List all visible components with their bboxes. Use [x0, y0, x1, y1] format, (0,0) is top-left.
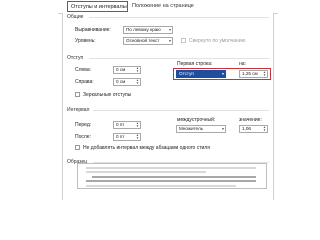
spacing-before-value: 0 пт: [116, 122, 125, 127]
spacing-after-label: После:: [75, 134, 91, 140]
first-line-select[interactable]: Отступ ▾: [176, 70, 226, 78]
spinner-arrows-icon: ▲ ▼: [263, 70, 266, 77]
alignment-value: По левому краю: [126, 27, 161, 32]
preview-line: [86, 185, 236, 187]
indent-right-spinner[interactable]: 0 см ▲ ▼: [113, 78, 141, 86]
first-line-label: Первая строка:: [177, 61, 213, 67]
level-label: Уровень:: [75, 38, 96, 44]
line-spacing-value: Множитель: [179, 126, 204, 131]
tab-bar: Отступы и интервалы Положение на страниц…: [58, 0, 278, 14]
line-spacing-label: междустрочный:: [177, 117, 216, 123]
alignment-label: Выравнивание:: [75, 27, 111, 33]
dont-add-space-checkbox[interactable]: [75, 145, 80, 150]
preview-line: [92, 176, 256, 178]
alignment-select[interactable]: По левому краю ▾: [123, 26, 173, 34]
section-divider: [89, 17, 269, 18]
section-divider: [89, 58, 269, 59]
paragraph-dialog: Отступы и интервалы Положение на страниц…: [58, 0, 278, 200]
section-general-label: Общие: [67, 14, 84, 20]
collapsed-checkbox[interactable]: [181, 38, 186, 43]
spacing-after-value: 0 пт: [116, 134, 125, 139]
chevron-down-icon: ▾: [168, 27, 171, 32]
mirror-indents-checkbox[interactable]: [75, 92, 80, 97]
section-divider: [93, 110, 269, 111]
collapsed-label: Свернуто по умолчанию: [189, 38, 246, 44]
dont-add-space-label: Не добавлять интервал между абзацами одн…: [83, 145, 210, 151]
indent-right-label: Справа:: [75, 79, 94, 85]
indent-left-value: 0 см: [116, 67, 126, 72]
level-value: Основной текст: [126, 38, 160, 43]
line-spacing-at-spinner[interactable]: 1,06 ▲ ▼: [239, 125, 268, 133]
tab-line-page-breaks[interactable]: Положение на странице: [129, 1, 197, 12]
indent-by-label: на:: [239, 61, 246, 67]
spinner-arrows-icon: ▲ ▼: [263, 125, 266, 132]
paragraph-preview: [77, 163, 267, 189]
tab-panel: Общие Выравнивание: По левому краю ▾ Уро…: [62, 13, 274, 200]
line-spacing-at-value: 1,06: [242, 126, 251, 131]
spacing-after-spinner[interactable]: 0 пт ▲ ▼: [113, 133, 141, 141]
tab-indents-spacing[interactable]: Отступы и интервалы: [67, 1, 128, 12]
line-spacing-at-label: значение:: [239, 117, 262, 123]
line-spacing-select[interactable]: Множитель ▾: [176, 125, 226, 133]
indent-by-spinner[interactable]: 1,25 см ▲ ▼: [239, 70, 268, 78]
spacing-before-label: Перед:: [75, 122, 92, 128]
spinner-arrows-icon: ▲ ▼: [136, 121, 139, 128]
preview-line: [86, 180, 256, 182]
preview-line: [86, 167, 256, 169]
indent-by-value: 1,25 см: [242, 71, 258, 76]
level-select[interactable]: Основной текст ▾: [123, 37, 173, 45]
mirror-indents-label: Зеркальные отступы: [83, 92, 132, 98]
spinner-arrows-icon: ▲ ▼: [136, 78, 139, 85]
chevron-down-icon: ▾: [221, 71, 224, 76]
chevron-down-icon: ▾: [168, 38, 171, 43]
preview-line: [86, 171, 206, 173]
indent-left-spinner[interactable]: 0 см ▲ ▼: [113, 66, 141, 74]
section-spacing-label: Интервал: [67, 107, 90, 113]
indent-left-label: Слева:: [75, 67, 92, 73]
spinner-arrows-icon: ▲ ▼: [136, 66, 139, 73]
first-line-value: Отступ: [179, 71, 194, 76]
spacing-before-spinner[interactable]: 0 пт ▲ ▼: [113, 121, 141, 129]
spinner-arrows-icon: ▲ ▼: [136, 133, 139, 140]
chevron-down-icon: ▾: [221, 126, 224, 131]
section-indent-label: Отступ: [67, 55, 84, 61]
indent-right-value: 0 см: [116, 79, 126, 84]
